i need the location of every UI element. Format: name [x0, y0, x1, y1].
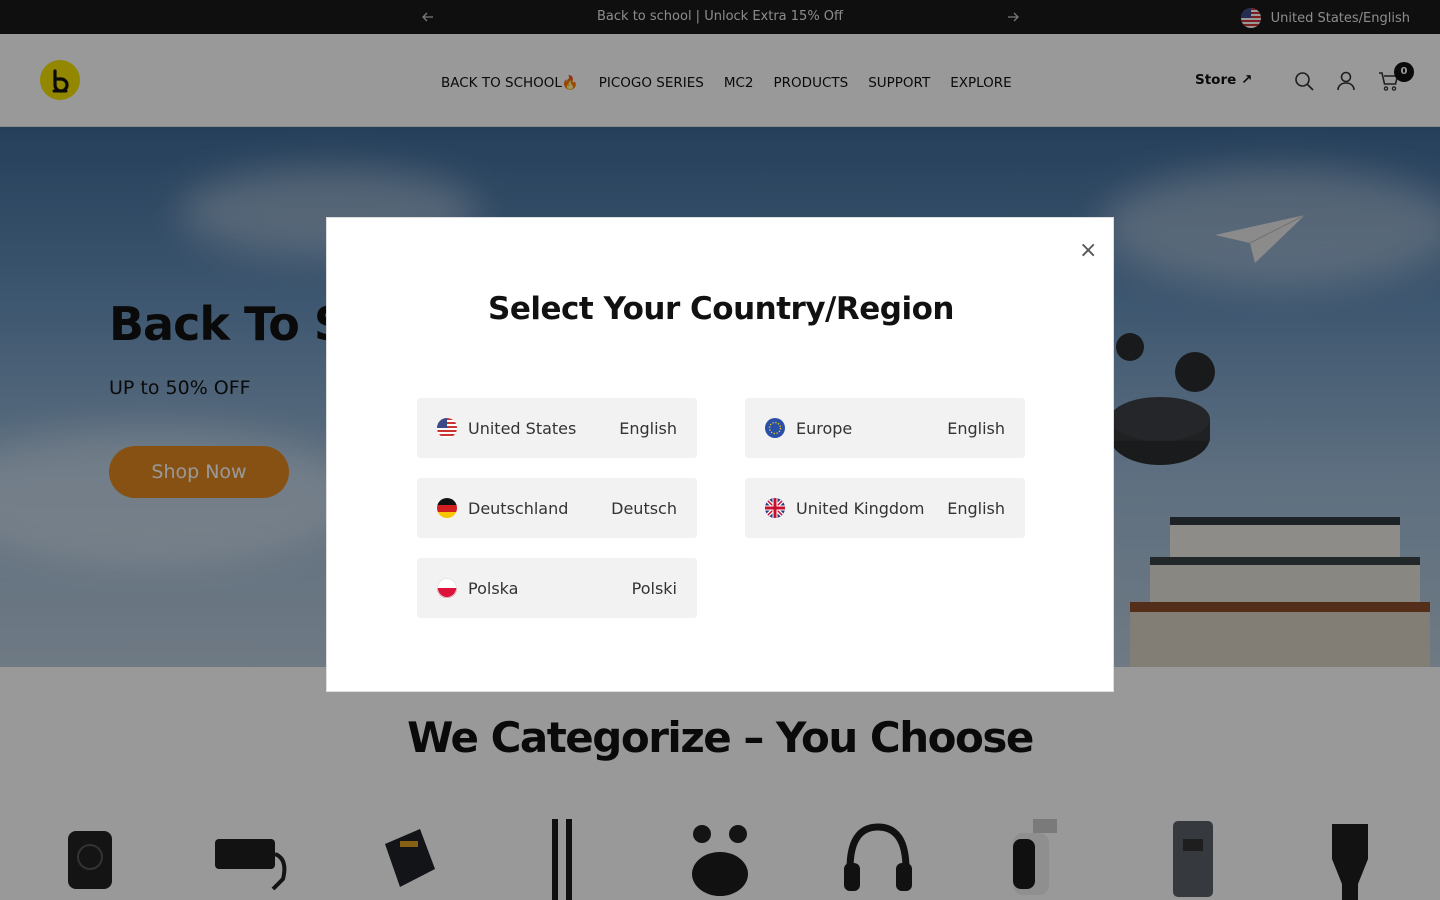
pl-flag-icon — [437, 578, 457, 598]
region-country: Deutschland — [468, 498, 569, 518]
region-select-modal: × Select Your Country/Region United Stat… — [326, 217, 1114, 692]
de-flag-icon — [437, 498, 457, 518]
us-flag-icon — [437, 418, 457, 438]
region-option-europe[interactable]: Europe English — [745, 398, 1025, 458]
region-language: English — [947, 418, 1005, 438]
region-language: Polski — [631, 578, 677, 598]
region-language: Deutsch — [611, 498, 677, 518]
close-icon[interactable]: × — [1079, 240, 1097, 262]
region-country: Polska — [468, 578, 519, 598]
region-language: English — [619, 418, 677, 438]
uk-flag-icon — [765, 498, 785, 518]
region-country: United Kingdom — [796, 498, 925, 518]
region-option-polska[interactable]: Polska Polski — [417, 558, 697, 618]
region-option-united-kingdom[interactable]: United Kingdom English — [745, 478, 1025, 538]
region-country: United States — [468, 418, 577, 438]
region-option-united-states[interactable]: United States English — [417, 398, 697, 458]
modal-title: Select Your Country/Region — [488, 291, 954, 327]
region-language: English — [947, 498, 1005, 518]
eu-flag-icon — [765, 418, 785, 438]
region-option-deutschland[interactable]: Deutschland Deutsch — [417, 478, 697, 538]
region-country: Europe — [796, 418, 853, 438]
